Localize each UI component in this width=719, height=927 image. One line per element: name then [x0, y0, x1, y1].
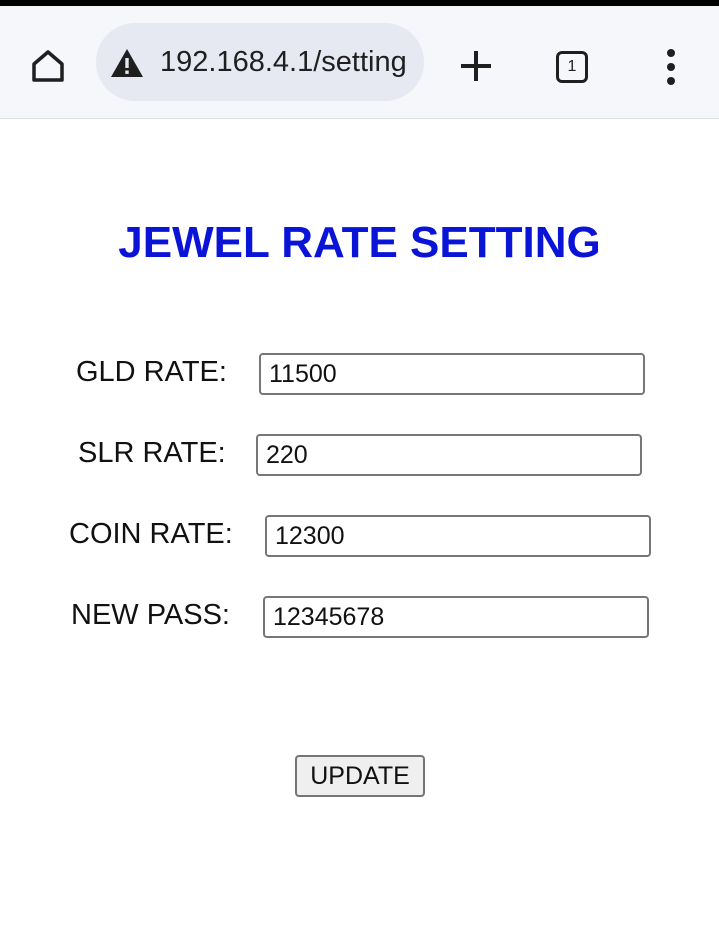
new-pass-input[interactable]: 12345678: [263, 596, 649, 638]
update-button[interactable]: UPDATE: [295, 755, 425, 797]
slr-rate-label: SLR RATE:: [78, 437, 226, 469]
browser-toolbar: 192.168.4.1/setting 1: [0, 6, 719, 119]
url-text: 192.168.4.1/setting: [160, 46, 407, 78]
new-pass-label: NEW PASS:: [71, 599, 230, 631]
plus-icon: [461, 51, 491, 81]
warning-icon: [111, 49, 143, 77]
home-button[interactable]: [26, 44, 70, 88]
address-bar[interactable]: 192.168.4.1/setting: [96, 23, 424, 101]
gld-rate-input[interactable]: 11500: [259, 353, 645, 395]
more-vert-icon[interactable]: [656, 44, 686, 90]
new-tab-button[interactable]: [454, 44, 498, 88]
coin-rate-label: COIN RATE:: [69, 518, 233, 550]
slr-rate-input[interactable]: 220: [256, 434, 642, 476]
page-title: JEWEL RATE SETTING: [118, 218, 601, 267]
gld-rate-label: GLD RATE:: [76, 356, 227, 388]
home-icon: [32, 50, 64, 82]
coin-rate-input[interactable]: 12300: [265, 515, 651, 557]
tab-count: 1: [567, 58, 577, 75]
tab-switcher-button[interactable]: 1: [556, 51, 588, 83]
